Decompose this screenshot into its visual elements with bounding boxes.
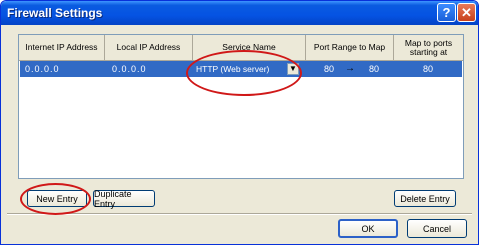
close-button[interactable]: ✕: [457, 3, 476, 22]
window-title: Firewall Settings: [7, 6, 103, 20]
duplicate-entry-button[interactable]: Duplicate Entry: [93, 189, 155, 209]
column-header-map-to-ports[interactable]: Map to ports starting at: [394, 35, 463, 61]
title-bar[interactable]: Firewall Settings ? ✕: [1, 1, 478, 25]
internet-ip-cell[interactable]: 0.0.0.0: [25, 61, 100, 77]
column-header-local-ip[interactable]: Local IP Address: [105, 35, 193, 61]
column-header-service-name[interactable]: Service Name: [193, 35, 306, 61]
service-name-dropdown[interactable]: HTTP (Web server) ▼: [193, 62, 300, 76]
port-range-end-cell[interactable]: 80: [364, 61, 384, 77]
new-entry-button[interactable]: New Entry: [27, 190, 87, 207]
port-mapping-table: Internet IP Address Local IP Address Ser…: [18, 34, 464, 179]
port-range-start-cell[interactable]: 80: [319, 61, 339, 77]
table-row[interactable]: 0.0.0.0 0.0.0.0 HTTP (Web server) ▼ 80 →…: [20, 61, 462, 77]
service-name-value: HTTP (Web server): [196, 64, 270, 74]
divider: [7, 213, 472, 215]
cancel-button[interactable]: Cancel: [407, 219, 467, 238]
close-icon: ✕: [461, 5, 472, 20]
help-button[interactable]: ?: [437, 3, 456, 22]
local-ip-cell[interactable]: 0.0.0.0: [112, 61, 187, 77]
ok-button[interactable]: OK: [338, 219, 398, 238]
column-header-port-range[interactable]: Port Range to Map: [306, 35, 394, 61]
help-icon: ?: [442, 5, 451, 20]
firewall-settings-dialog: Firewall Settings ? ✕ Internet IP Addres…: [0, 0, 479, 245]
column-header-internet-ip[interactable]: Internet IP Address: [19, 35, 105, 61]
chevron-down-icon[interactable]: ▼: [287, 63, 299, 75]
map-to-port-cell[interactable]: 80: [416, 61, 440, 77]
delete-entry-button[interactable]: Delete Entry: [394, 190, 456, 207]
arrow-right-icon: →: [345, 63, 355, 74]
